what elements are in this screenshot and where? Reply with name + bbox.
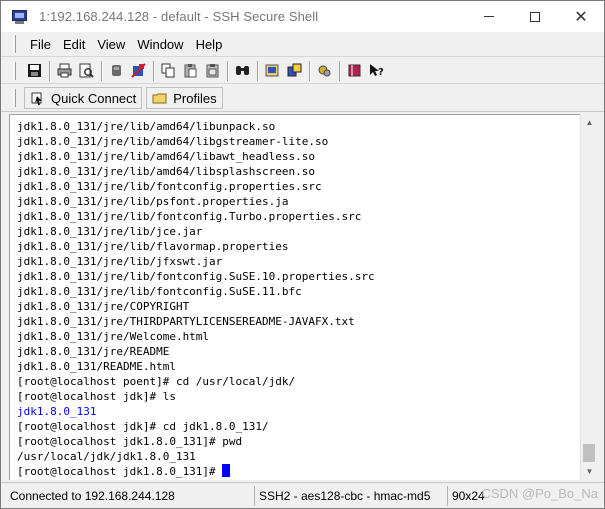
toolbar: ? — [1, 58, 604, 84]
toolbar-separator — [227, 60, 229, 81]
window-title: 1:192.168.244.128 - default - SSH Secure… — [39, 9, 319, 24]
terminal-line: jdk1.8.0_131/jre/lib/amd64/libsplashscre… — [17, 165, 316, 178]
terminal-line: jdk1.8.0_131 — [17, 405, 97, 418]
terminal-line: jdk1.8.0_131/jre/lib/fontconfig.SuSE.10.… — [17, 270, 375, 283]
terminal-line: jdk1.8.0_131/README.html — [17, 360, 176, 373]
terminal-line: [root@localhost jdk1.8.0_131]# pwd — [17, 435, 243, 448]
folder-icon — [152, 93, 167, 103]
profiles-button[interactable]: Profiles — [146, 87, 223, 109]
connection-status: Connected to 192.168.244.128 — [1, 485, 255, 506]
terminal-scrollbar[interactable]: ▲ ▼ — [580, 114, 597, 480]
toolbar-separator — [153, 60, 155, 81]
terminal-line: jdk1.8.0_131/jre/lib/amd64/libawt_headle… — [17, 150, 316, 163]
save-icon — [27, 64, 41, 77]
paste-button[interactable] — [180, 61, 200, 81]
terminal-line: [root@localhost jdk]# cd jdk1.8.0_131/ — [17, 420, 269, 433]
toolbar-separator — [257, 60, 259, 81]
minimize-icon — [484, 16, 494, 17]
terminal-area[interactable]: jdk1.8.0_131/jre/lib/amd64/libunpack.soj… — [9, 114, 580, 480]
menu-file[interactable]: File — [24, 37, 57, 52]
settings-icon — [265, 64, 278, 77]
terminal-line: jdk1.8.0_131/jre/THIRDPARTYLICENSEREADME… — [17, 315, 355, 328]
svg-text:?: ? — [378, 67, 384, 78]
paste-alt-button[interactable] — [202, 61, 222, 81]
print-icon — [57, 63, 71, 78]
terminal-line: jdk1.8.0_131/jre/lib/fontconfig.SuSE.11.… — [17, 285, 302, 298]
toolbar-separator — [309, 60, 311, 81]
settings-button[interactable] — [262, 61, 282, 81]
quick-connect-bar: Quick Connect Profiles — [1, 85, 604, 112]
minimize-button[interactable] — [466, 1, 512, 32]
close-button[interactable]: ✕ — [558, 1, 604, 32]
find-button[interactable] — [232, 61, 252, 81]
menu-bar: File Edit View Window Help — [1, 32, 604, 57]
terminal-line: jdk1.8.0_131/jre/lib/psfont.properties.j… — [17, 195, 289, 208]
profiles-label: Profiles — [173, 90, 217, 106]
copy-icon — [161, 63, 174, 78]
connect-icon — [130, 63, 146, 78]
title-bar: 1:192.168.244.128 - default - SSH Secure… — [1, 1, 604, 32]
maximize-icon — [530, 11, 540, 22]
terminal-line: jdk1.8.0_131/jre/lib/jfxswt.jar — [17, 255, 223, 268]
terminal-line: /usr/local/jdk/jdk1.8.0_131 — [17, 450, 196, 463]
quickbar-grip[interactable] — [13, 89, 16, 107]
find-icon — [235, 66, 249, 75]
paste-alt-icon — [206, 64, 218, 78]
menu-view[interactable]: View — [91, 37, 131, 52]
quick-connect-label: Quick Connect — [51, 90, 137, 106]
toolbar-separator — [101, 60, 103, 81]
menu-help[interactable]: Help — [190, 37, 229, 52]
scroll-up-icon[interactable]: ▲ — [581, 114, 598, 131]
status-bar: Connected to 192.168.244.128 SSH2 - aes1… — [1, 482, 604, 508]
options-icon — [318, 65, 330, 77]
help-context-button[interactable]: ? — [366, 61, 386, 81]
terminal-cursor — [222, 464, 231, 477]
ssh-client-window: 1:192.168.244.128 - default - SSH Secure… — [0, 0, 605, 509]
quick-connect-icon — [31, 92, 42, 105]
paste-icon — [184, 64, 196, 78]
quick-connect-button[interactable]: Quick Connect — [24, 87, 143, 109]
terminal-line: [root@localhost jdk1.8.0_131]# — [17, 464, 375, 479]
terminal-line: jdk1.8.0_131/jre/lib/flavormap.propertie… — [17, 240, 289, 253]
encryption-status: SSH2 - aes128-cbc - hmac-md5 — [255, 485, 448, 506]
terminal-line: [root@localhost jdk]# ls — [17, 390, 176, 403]
terminal-line: jdk1.8.0_131/jre/lib/amd64/libunpack.so — [17, 120, 276, 133]
terminal-line: jdk1.8.0_131/jre/Welcome.html — [17, 330, 210, 343]
ssh-app-icon — [11, 9, 29, 25]
print-button[interactable] — [54, 61, 74, 81]
terminal-output: jdk1.8.0_131/jre/lib/amd64/libunpack.soj… — [17, 119, 375, 479]
book-icon — [348, 64, 360, 77]
options-button[interactable] — [314, 61, 334, 81]
menu-grip[interactable] — [13, 35, 16, 53]
menu-edit[interactable]: Edit — [57, 37, 91, 52]
terminal-line: jdk1.8.0_131/jre/lib/fontconfig.properti… — [17, 180, 322, 193]
close-icon: ✕ — [574, 6, 588, 26]
help-context-icon: ? — [369, 64, 384, 78]
scrollbar-thumb[interactable] — [583, 444, 595, 462]
toolbar-separator — [339, 60, 341, 81]
scroll-down-icon[interactable]: ▼ — [581, 463, 598, 480]
disconnect-button[interactable] — [106, 61, 126, 81]
watermark-text: CSDN @Po_Bo_Na — [481, 486, 598, 501]
file-transfer-button[interactable] — [284, 61, 304, 81]
disconnect-icon — [111, 65, 121, 76]
terminal-line: jdk1.8.0_131/jre/lib/fontconfig.Turbo.pr… — [17, 210, 362, 223]
book-button[interactable] — [344, 61, 364, 81]
toolbar-separator — [49, 60, 51, 81]
print-preview-icon — [79, 63, 94, 78]
terminal-line: [root@localhost poent]# cd /usr/local/jd… — [17, 375, 296, 388]
file-transfer-icon — [287, 63, 301, 77]
terminal-line: jdk1.8.0_131/jre/README — [17, 345, 170, 358]
terminal-line: jdk1.8.0_131/jre/lib/amd64/libgstreamer-… — [17, 135, 329, 148]
print-preview-button[interactable] — [76, 61, 96, 81]
terminal-line: jdk1.8.0_131/jre/COPYRIGHT — [17, 300, 190, 313]
connect-button[interactable] — [128, 61, 148, 81]
maximize-button[interactable] — [512, 1, 558, 32]
toolbar-grip[interactable] — [13, 61, 16, 80]
menu-window[interactable]: Window — [131, 37, 189, 52]
terminal-line: jdk1.8.0_131/jre/lib/jce.jar — [17, 225, 203, 238]
copy-button[interactable] — [158, 61, 178, 81]
save-button[interactable] — [24, 61, 44, 81]
